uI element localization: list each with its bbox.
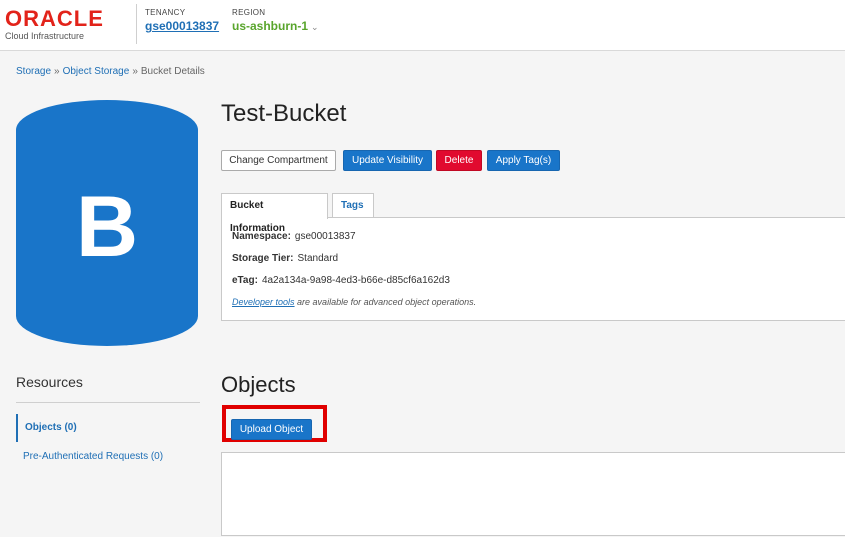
bucket-letter: B	[75, 178, 139, 275]
resources-divider	[16, 402, 200, 403]
top-bar: ORACLE Cloud Infrastructure TENANCY gse0…	[0, 0, 845, 51]
objects-heading: Objects	[221, 372, 296, 397]
breadcrumb-storage[interactable]: Storage	[16, 66, 51, 77]
developer-tools-link[interactable]: Developer tools	[232, 297, 295, 307]
upload-object-button[interactable]: Upload Object	[231, 419, 312, 440]
resources-heading: Resources	[16, 374, 83, 390]
tenancy-link[interactable]: gse00013837	[145, 19, 219, 33]
tenancy-label: TENANCY	[145, 8, 186, 17]
breadcrumb: Storage» Object Storage» Bucket Details	[16, 66, 205, 77]
storage-tier-label: Storage Tier:	[232, 253, 294, 264]
chevron-down-icon: ⌄	[311, 22, 319, 32]
developer-tools-text: are available for advanced object operat…	[294, 297, 477, 307]
sidebar-item-objects[interactable]: Objects (0)	[16, 414, 77, 442]
tab-bucket-information[interactable]: Bucket Information	[221, 193, 328, 234]
bucket-information-panel: Namespace:gse00013837 Storage Tier:Stand…	[221, 217, 845, 321]
region-label: REGION	[232, 8, 266, 17]
developer-tools-note: Developer tools are available for advanc…	[232, 297, 476, 307]
delete-button[interactable]: Delete	[436, 150, 482, 171]
storage-tier-value: Standard	[297, 253, 339, 264]
objects-table	[221, 452, 845, 536]
breadcrumb-current: Bucket Details	[140, 66, 205, 77]
logo-wordmark: ORACLE	[5, 6, 104, 31]
etag-value: 4a2a134a-9a98-4ed3-b66e-d85cf6a162d3	[261, 275, 450, 286]
region-selector[interactable]: us-ashburn-1 ⌄	[232, 19, 319, 33]
storage-tier-row: Storage Tier: Standard	[232, 253, 338, 264]
etag-label: eTag:	[232, 275, 258, 286]
apply-tags-button[interactable]: Apply Tag(s)	[487, 150, 560, 171]
change-compartment-button[interactable]: Change Compartment	[221, 150, 336, 171]
tab-tags[interactable]: Tags	[332, 193, 374, 218]
oracle-logo[interactable]: ORACLE Cloud Infrastructure	[5, 6, 104, 42]
breadcrumb-separator: »	[54, 66, 60, 77]
namespace-value: gse00013837	[294, 231, 356, 242]
breadcrumb-object-storage[interactable]: Object Storage	[63, 66, 130, 77]
region-value: us-ashburn-1	[232, 19, 309, 33]
etag-row: eTag: 4a2a134a-9a98-4ed3-b66e-d85cf6a162d…	[232, 275, 450, 286]
header-divider	[136, 4, 137, 44]
breadcrumb-separator: »	[132, 66, 138, 77]
sidebar-item-pre-authenticated-requests[interactable]: Pre-Authenticated Requests (0)	[16, 451, 163, 462]
logo-subtitle: Cloud Infrastructure	[5, 31, 85, 41]
update-visibility-button[interactable]: Update Visibility	[343, 150, 432, 171]
page-title: Test-Bucket	[221, 100, 347, 127]
